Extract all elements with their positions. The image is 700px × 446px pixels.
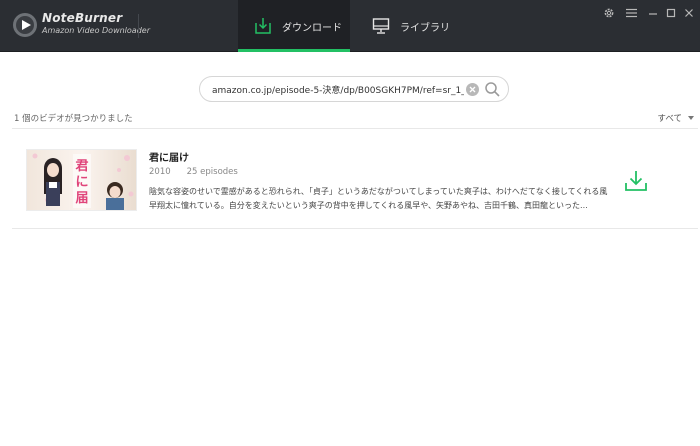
- monitor-icon: [372, 18, 390, 34]
- brand: NoteBurner Amazon Video Downloader: [42, 11, 150, 36]
- close-icon: [685, 9, 693, 17]
- active-tab-indicator: [238, 49, 350, 52]
- video-title: 君に届け: [149, 153, 189, 164]
- divider: [12, 228, 698, 229]
- minimize-icon: [649, 13, 657, 15]
- video-list-item: 君 に 届 君に届け 2010 25 episodes 陰気な容姿のせいで霊感があ…: [12, 129, 698, 228]
- title-bar: NoteBurner Amazon Video Downloader ダウンロー…: [0, 0, 700, 52]
- clear-icon: [469, 86, 476, 93]
- video-thumbnail[interactable]: 君 に 届: [26, 149, 137, 211]
- search-icon: [485, 82, 500, 97]
- url-search-input[interactable]: [212, 81, 464, 97]
- svg-text:君: 君: [75, 159, 88, 174]
- svg-text:に: に: [75, 175, 88, 190]
- brand-divider: [138, 14, 139, 38]
- video-meta: 2010 25 episodes: [149, 167, 238, 177]
- svg-text:届: 届: [75, 191, 88, 206]
- search-bar: [199, 76, 509, 102]
- settings-button[interactable]: [602, 6, 616, 20]
- app-name: NoteBurner: [42, 11, 123, 25]
- download-tray-icon: [255, 18, 271, 34]
- video-episodes: 25 episodes: [186, 167, 238, 177]
- filter-dropdown[interactable]: すべて: [657, 112, 694, 124]
- menu-button[interactable]: [624, 6, 638, 20]
- tab-download-label: ダウンロード: [282, 22, 342, 34]
- video-description: 陰気な容姿のせいで霊感があると恐れられ、「貞子」というあだながついてしまっていた…: [149, 187, 608, 210]
- maximize-icon: [666, 8, 676, 18]
- clear-search-button[interactable]: [466, 83, 479, 96]
- tab-library-label: ライブラリ: [400, 22, 450, 34]
- maximize-button[interactable]: [664, 6, 678, 20]
- minimize-button[interactable]: [646, 6, 660, 20]
- video-year: 2010: [149, 167, 171, 177]
- poster-image: 君 に 届: [27, 150, 136, 210]
- download-button[interactable]: [624, 169, 648, 193]
- noteburner-logo-icon: [12, 12, 38, 38]
- app-subtitle: Amazon Video Downloader: [42, 26, 150, 35]
- tab-download[interactable]: ダウンロード: [238, 0, 350, 52]
- download-icon: [625, 171, 647, 191]
- gear-icon: [604, 8, 614, 18]
- filter-label: すべて: [657, 114, 682, 124]
- close-button[interactable]: [682, 6, 696, 20]
- caret-down-icon: [688, 116, 694, 120]
- search-button[interactable]: [484, 81, 501, 98]
- result-count: 1 個のビデオが見つかりました: [14, 114, 133, 124]
- tab-library[interactable]: ライブラリ: [368, 0, 468, 52]
- menu-icon: [625, 8, 637, 18]
